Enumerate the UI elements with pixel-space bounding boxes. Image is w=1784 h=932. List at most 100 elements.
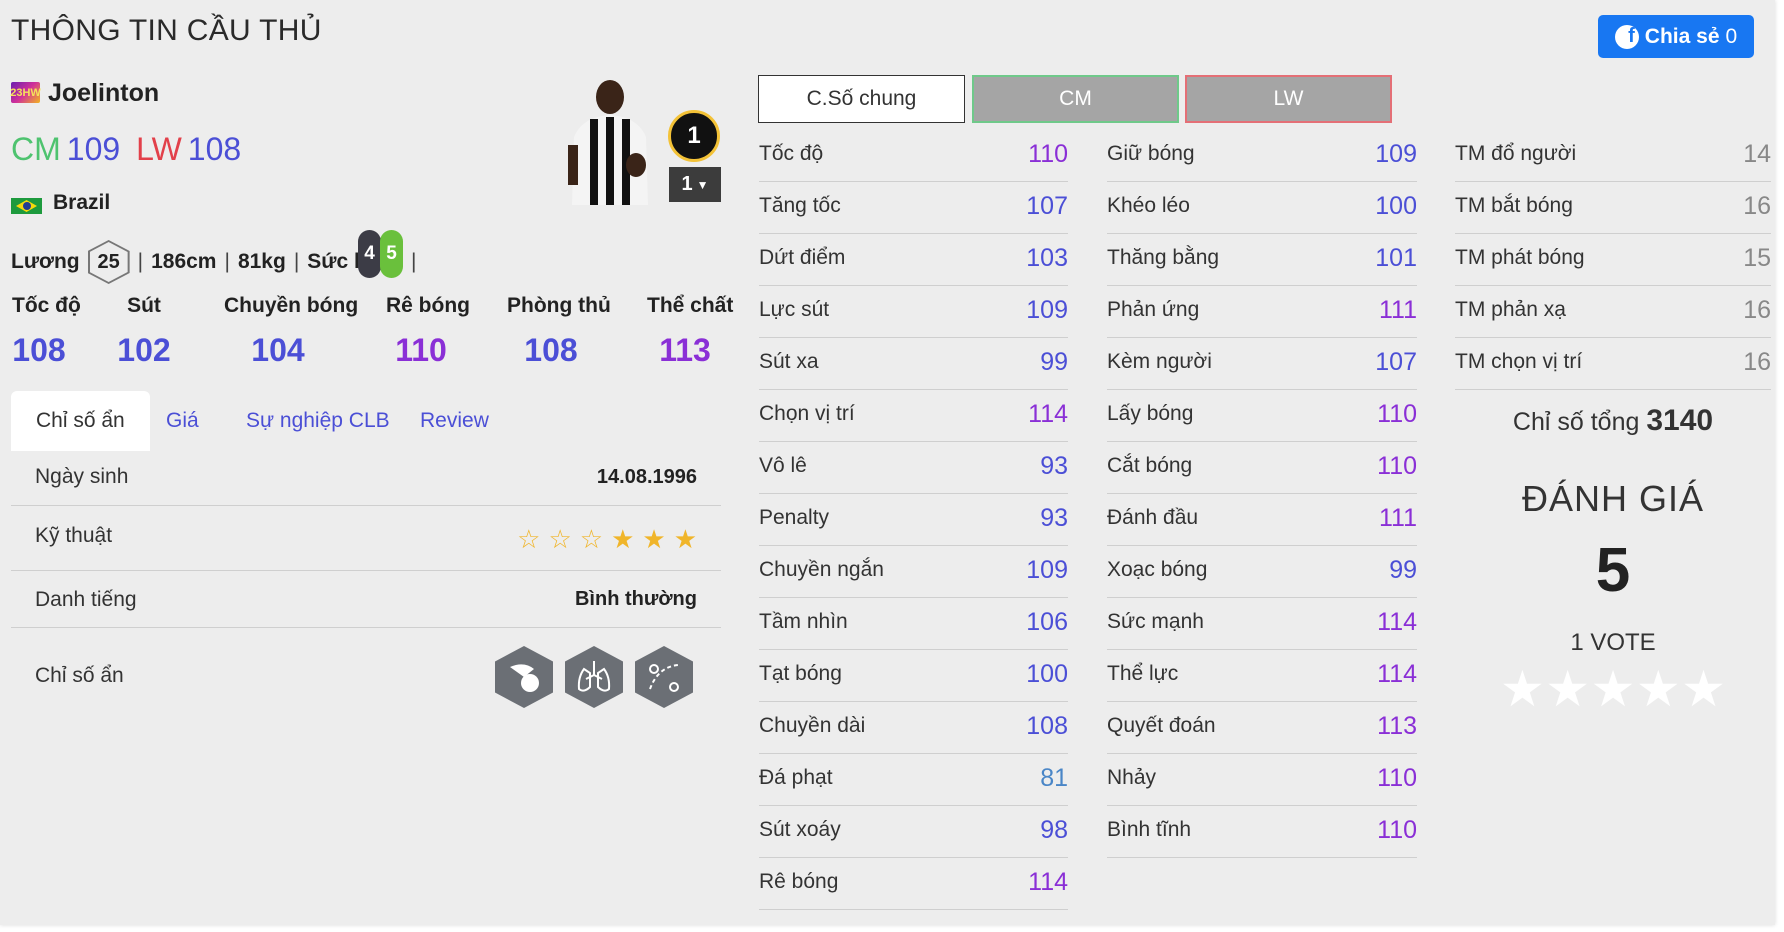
- stat-row: Đá phạt 81: [759, 754, 1068, 806]
- playmaker-icon[interactable]: [635, 646, 693, 708]
- stat-row: Chuyền ngắn 109: [759, 546, 1068, 598]
- info-row-hidden: Chỉ số ẩn: [11, 628, 721, 728]
- tab-hidden-stats[interactable]: Chỉ số ẩn: [11, 391, 150, 451]
- stat-row: Nhảy 110: [1107, 754, 1417, 806]
- stat-row: TM bắt bóng 16: [1455, 182, 1771, 234]
- total-stats: Chỉ số tổng 3140: [1455, 404, 1771, 438]
- stat-row: Tốc độ 110: [759, 130, 1068, 182]
- info-row-skill: Kỹ thuật ☆ ☆ ☆ ★ ★ ★: [11, 506, 721, 571]
- vote-star-icon[interactable]: ★: [1681, 660, 1726, 718]
- birth-date: 14.08.1996: [596, 466, 697, 488]
- stat-row: Chuyền dài 108: [759, 702, 1068, 754]
- stat-label: Lấy bóng: [1107, 402, 1194, 425]
- powerful-header-icon[interactable]: [495, 646, 553, 708]
- stat-value: 100: [1375, 192, 1417, 220]
- tab-price[interactable]: Giá: [166, 391, 199, 451]
- stat-row: TM phản xạ 16: [1455, 286, 1771, 338]
- info-label: Kỹ thuật: [35, 524, 113, 547]
- position-cm-value: 109: [66, 131, 121, 167]
- star-empty-icon: ☆: [548, 524, 572, 554]
- stat-label: Sút xa: [759, 350, 819, 373]
- stat-label: Chuyền dài: [759, 714, 866, 737]
- stat-label: TM phản xạ: [1455, 298, 1566, 321]
- stat-row: Thể lực 114: [1107, 650, 1417, 702]
- brazil-flag-icon: [11, 198, 42, 214]
- info-tabs: Chỉ số ẩn Giá Sự nghiệp CLB Review: [11, 391, 721, 451]
- stat-label: TM bắt bóng: [1455, 194, 1573, 217]
- stat-value: 114: [1028, 868, 1068, 896]
- star-empty-icon: ☆: [517, 524, 541, 554]
- position-lw-value: 108: [187, 131, 242, 167]
- stat-label: Vô lê: [759, 454, 807, 477]
- stat-row: TM chọn vị trí 16: [1455, 338, 1771, 390]
- stat-value: 111: [1378, 296, 1417, 324]
- stat-label: Kèm người: [1107, 350, 1212, 373]
- stat-row: Sức mạnh 114: [1107, 598, 1417, 650]
- salary-label: Lương: [11, 250, 80, 273]
- stat-label: Sút xoáy: [759, 818, 841, 841]
- lungs-icon[interactable]: [565, 646, 623, 708]
- tab-position-cm[interactable]: CM: [972, 75, 1179, 123]
- stat-value: 100: [1026, 660, 1068, 688]
- facebook-share-button[interactable]: f Chia sẻ 0: [1598, 15, 1754, 58]
- stat-value: 114: [1377, 608, 1417, 636]
- share-label: Chia sẻ: [1644, 24, 1720, 48]
- stat-label: Sức mạnh: [1107, 610, 1204, 633]
- position-cm: CM: [11, 131, 61, 167]
- tab-club-career[interactable]: Sự nghiệp CLB: [246, 391, 390, 451]
- stat-value: 81: [1040, 764, 1068, 792]
- stat-row: Tăng tốc 107: [759, 182, 1068, 234]
- main-stat-passing: Chuyền bóng 104: [224, 294, 358, 369]
- info-row-birth: Ngày sinh 14.08.1996: [11, 451, 721, 506]
- vote-star-icon[interactable]: ★: [1545, 660, 1590, 718]
- player-photo: [568, 80, 648, 205]
- stat-label: Tốc độ: [759, 142, 824, 165]
- strong-foot: 5: [380, 230, 403, 278]
- stat-row: Tạt bóng 100: [759, 650, 1068, 702]
- stat-row: Xoạc bóng 99: [1107, 546, 1417, 598]
- vote-stars[interactable]: ★ ★ ★ ★ ★: [1500, 660, 1726, 718]
- stat-row: Chọn vị trí 114: [759, 390, 1068, 442]
- vote-star-icon[interactable]: ★: [1591, 660, 1636, 718]
- share-count: 0: [1725, 24, 1738, 48]
- main-stat-speed: Tốc độ 108: [12, 294, 81, 369]
- stat-label: TM phát bóng: [1455, 246, 1585, 269]
- stat-label: Tầm nhìn: [759, 610, 848, 633]
- stat-label: TM chọn vị trí: [1455, 350, 1583, 373]
- vote-count: 1 VOTE: [1570, 629, 1656, 656]
- club-level-badge: 1: [668, 110, 720, 162]
- stat-value: 14: [1743, 140, 1771, 168]
- stat-row: Sút xoáy 98: [759, 806, 1068, 858]
- info-label: Ngày sinh: [35, 465, 129, 488]
- stat-value: 99: [1389, 556, 1417, 584]
- stat-label: Tạt bóng: [759, 662, 842, 685]
- stat-value: 106: [1026, 608, 1068, 636]
- main-stat-label: Tốc độ: [12, 294, 81, 317]
- vote-star-icon[interactable]: ★: [1500, 660, 1545, 718]
- main-stat-label: Rê bóng: [386, 294, 470, 317]
- stats-column-1: Tốc độ 110 Tăng tốc 107 Dứt điểm 103 Lực sút 10…: [759, 130, 1068, 910]
- rank-dropdown[interactable]: 1 ▼: [669, 167, 721, 202]
- main-stat-label: Sút: [127, 294, 161, 317]
- chevron-down-icon: ▼: [696, 177, 709, 192]
- tab-general-stats[interactable]: C.Số chung: [758, 75, 965, 123]
- stat-label: Khéo léo: [1107, 194, 1190, 217]
- tab-review[interactable]: Review: [420, 391, 489, 451]
- stat-value: 16: [1743, 192, 1771, 220]
- vote-star-icon[interactable]: ★: [1636, 660, 1681, 718]
- height: 186cm: [151, 250, 217, 273]
- position-ratings: CM 109 LW 108: [11, 131, 241, 168]
- tab-position-lw[interactable]: LW: [1185, 75, 1392, 123]
- stat-label: Penalty: [759, 506, 830, 529]
- player-name: Joelinton: [48, 79, 160, 107]
- info-row-fame: Danh tiếng Bình thường: [11, 571, 721, 628]
- stat-value: 109: [1375, 140, 1417, 168]
- main-stat-shooting: Sút 102: [117, 294, 171, 369]
- weight: 81kg: [237, 250, 286, 273]
- stat-row: Khéo léo 100: [1107, 182, 1417, 234]
- stat-value: 110: [1377, 452, 1417, 480]
- stat-row: Giữ bóng 109: [1107, 130, 1417, 182]
- stat-label: Thể lực: [1107, 662, 1179, 685]
- stat-value: 108: [1026, 712, 1068, 740]
- stat-value: 110: [1028, 140, 1068, 168]
